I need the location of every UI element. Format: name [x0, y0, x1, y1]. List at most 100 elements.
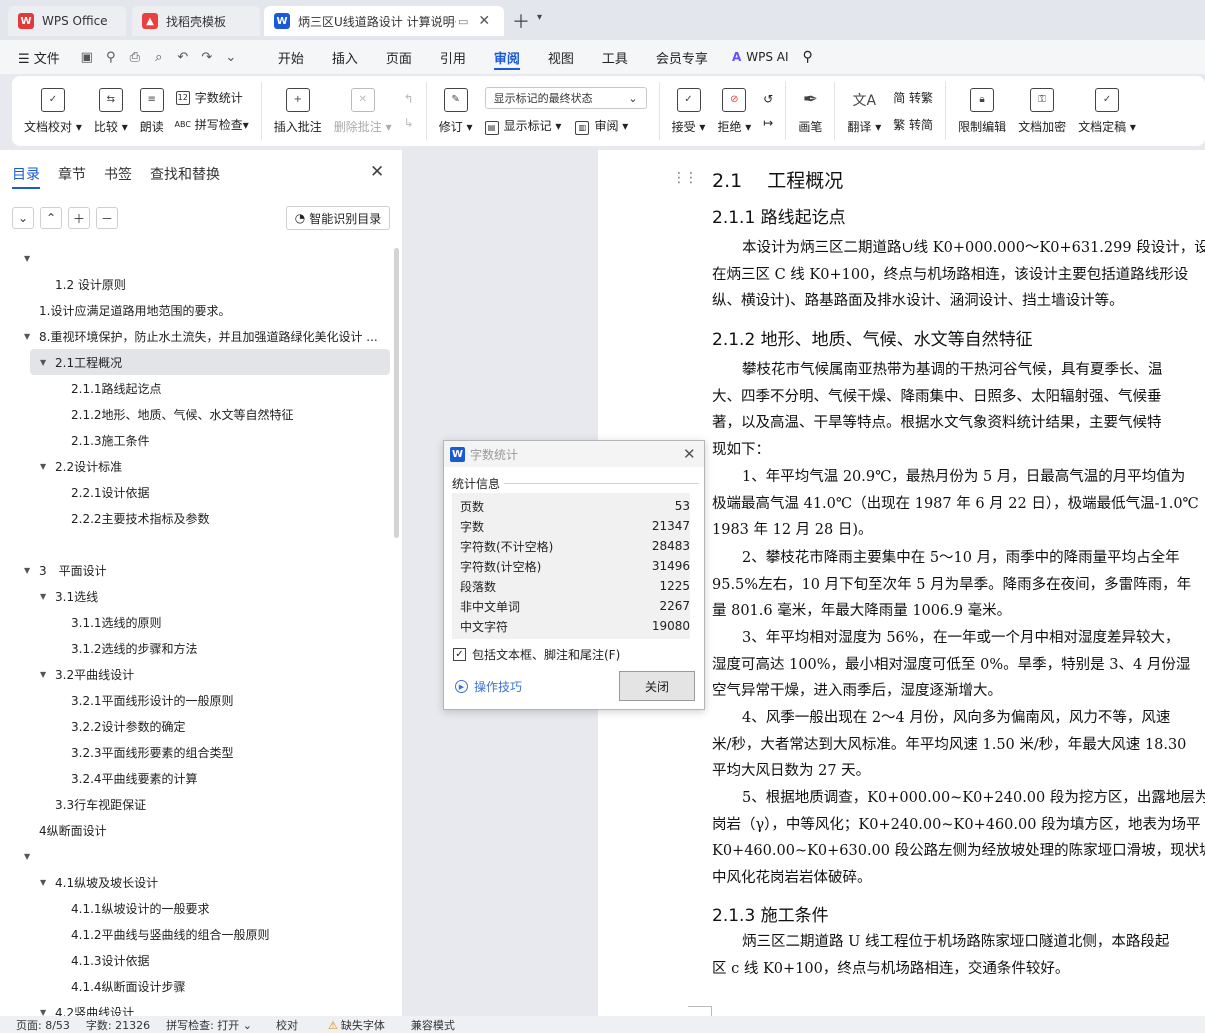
close-icon[interactable]: ✕ — [683, 445, 696, 463]
next-change-icon[interactable]: ↦ — [763, 116, 773, 130]
tips-link[interactable]: ▶ 操作技巧 — [455, 678, 522, 695]
to-simplified-button[interactable]: 繁 转简 — [893, 116, 933, 133]
word-count-button[interactable]: 12 字数统计 — [175, 89, 249, 106]
toc-item[interactable]: 1.2 设计原则 — [0, 271, 392, 297]
toc-item[interactable]: 2.1.2地形、地质、气候、水文等自然特征 — [0, 401, 392, 427]
tab-document[interactable]: W 炳三区U线道路设计 计算说明书 ▭ ✕ — [264, 6, 504, 36]
toc-item[interactable]: ▼ — [0, 245, 392, 271]
add-icon[interactable]: ＋ — [68, 207, 90, 229]
encrypt-button[interactable]: ⚿ 文档加密 — [1012, 82, 1072, 140]
toc-item[interactable]: 2.2.2主要技术指标及参数 — [0, 505, 392, 531]
spell-check-status[interactable]: 拼写检查: 打开 ⌄ — [166, 1017, 252, 1033]
minus-icon[interactable]: － — [96, 207, 118, 229]
scrollbar[interactable] — [394, 248, 399, 538]
toc-item[interactable]: ▼ 3 平面设计 — [0, 557, 392, 583]
caret-down-icon[interactable]: ▼ — [40, 358, 46, 367]
caret-down-icon[interactable]: ▼ — [40, 592, 46, 601]
tab-reference[interactable]: 引用 — [426, 40, 480, 74]
link-icon[interactable]: ⚲ — [100, 46, 122, 68]
caret-down-icon[interactable]: ▼ — [40, 462, 46, 471]
toc-item[interactable]: ▼ 2.1工程概况 — [30, 349, 390, 375]
caret-down-icon[interactable]: ▼ — [24, 332, 30, 341]
toc-item[interactable]: 3.1.1选线的原则 — [0, 609, 392, 635]
finalize-button[interactable]: ✓ 文档定稿 ▾ — [1072, 82, 1142, 140]
doc-check-button[interactable]: ✓ 文档校对 ▾ — [18, 82, 88, 140]
close-icon[interactable]: ✕ — [478, 13, 490, 29]
next-comment-icon[interactable]: ↳ — [404, 116, 414, 130]
toc-item[interactable]: 2.1.1路线起讫点 — [0, 375, 392, 401]
missing-font-status[interactable]: ⚠ 缺失字体 — [328, 1017, 385, 1033]
undo-icon[interactable]: ↶ — [172, 46, 194, 68]
toc-item[interactable]: ▼ 8.重视环境保护，防止水土流失，并且加强道路绿化美化设计 ... — [0, 323, 392, 349]
toc-item[interactable]: ▼ — [0, 843, 392, 869]
reject-button[interactable]: ⊘ 拒绝 ▾ — [711, 82, 757, 140]
toc-item[interactable]: 4.1.3设计依据 — [0, 947, 392, 973]
compare-button[interactable]: ⇆ 比较 ▾ — [88, 82, 134, 140]
tab-tools[interactable]: 工具 — [588, 40, 642, 74]
restrict-edit-button[interactable]: 🔒︎ 限制编辑 — [952, 82, 1012, 140]
toc-item[interactable]: ▼ 3.2平曲线设计 — [0, 661, 392, 687]
show-markup-button[interactable]: ▤ 显示标记 ▾ — [484, 117, 561, 135]
toc-item[interactable]: 3.2.3平面线形要素的组合类型 — [0, 739, 392, 765]
include-textbox-checkbox[interactable]: ✓ 包括文本框、脚注和尾注(F) — [453, 646, 620, 663]
toc-item[interactable]: ▼ 3.1选线 — [0, 583, 392, 609]
chevron-down-icon[interactable]: ▾ — [537, 12, 542, 23]
toc-item[interactable]: 2.2.1设计依据 — [0, 479, 392, 505]
caret-down-icon[interactable]: ▼ — [24, 254, 30, 263]
toc-item[interactable]: 3.3行车视距保证 — [0, 791, 392, 817]
proof-status[interactable]: 校对 — [276, 1017, 298, 1033]
close-button[interactable]: 关闭 — [619, 671, 695, 701]
caret-down-icon[interactable]: ▼ — [24, 852, 30, 861]
toc-item[interactable]: 4纵断面设计 — [0, 817, 392, 843]
toc-item[interactable]: 2.1.3施工条件 — [0, 427, 392, 453]
translate-button[interactable]: 文A 翻译 ▾ — [841, 82, 887, 140]
chevron-down-icon[interactable]: ⌄ — [220, 46, 242, 68]
toc-item[interactable] — [0, 531, 392, 557]
tab-find-replace[interactable]: 查找和替换 — [150, 164, 220, 184]
caret-down-icon[interactable]: ▼ — [40, 670, 46, 679]
tab-start[interactable]: 开始 — [264, 40, 318, 74]
page-indicator[interactable]: 页面: 8/53 — [16, 1017, 70, 1033]
read-aloud-button[interactable]: ≡ 朗读 — [134, 82, 170, 140]
smart-toc-button[interactable]: ◔ 智能识别目录 — [286, 206, 390, 230]
toc-item[interactable]: 3.2.4平曲线要素的计算 — [0, 765, 392, 791]
save-icon[interactable]: ▣ — [76, 46, 98, 68]
toc-item[interactable]: ▼ 2.2设计标准 — [0, 453, 392, 479]
to-traditional-button[interactable]: 简 转繁 — [893, 89, 933, 106]
tab-toc[interactable]: 目录 — [12, 164, 40, 189]
plus-icon[interactable]: ＋ — [512, 8, 530, 34]
revise-button[interactable]: ✎ 修订 ▾ — [433, 82, 479, 140]
tab-wps-office[interactable]: W WPS Office — [8, 6, 126, 36]
toc-item[interactable]: 3.2.2设计参数的确定 — [0, 713, 392, 739]
expand-icon[interactable]: ⌄ — [12, 207, 34, 229]
wps-ai-button[interactable]: A WPS AI ⚲ — [732, 49, 813, 65]
toc-item[interactable]: 1.设计应满足道路用地范围的要求。 — [0, 297, 392, 323]
pen-button[interactable]: ✒ 画笔 — [792, 82, 828, 140]
spell-check-button[interactable]: ABC 拼写检查 ▾ — [175, 116, 249, 133]
tab-insert[interactable]: 插入 — [318, 40, 372, 74]
toc-item[interactable]: 3.1.2选线的步骤和方法 — [0, 635, 392, 661]
prev-comment-icon[interactable]: ↰ — [404, 92, 414, 106]
print-icon[interactable]: ⎙ — [124, 46, 146, 68]
toc-item[interactable]: 4.1.2平曲线与竖曲线的组合一般原则 — [0, 921, 392, 947]
file-menu[interactable]: ☰ 文件 — [18, 48, 60, 67]
collapse-icon[interactable]: ⌃ — [40, 207, 62, 229]
delete-comment-button[interactable]: ✕ 删除批注 ▾ — [328, 82, 398, 140]
caret-down-icon[interactable]: ▼ — [40, 878, 46, 887]
caret-down-icon[interactable]: ▼ — [24, 566, 30, 575]
markup-state-select[interactable]: 显示标记的最终状态 ⌄ — [484, 87, 647, 110]
tab-template[interactable]: ▲ 找稻壳模板 — [132, 6, 260, 36]
tab-view[interactable]: 视图 — [534, 40, 588, 74]
insert-comment-button[interactable]: + 插入批注 — [268, 82, 328, 140]
tab-bookmark[interactable]: 书签 — [104, 164, 132, 184]
review-pane-button[interactable]: ▥ 审阅 ▾ — [575, 117, 628, 135]
tab-page[interactable]: 页面 — [372, 40, 426, 74]
search-icon[interactable]: ⚲ — [803, 49, 813, 65]
accept-button[interactable]: ✓ 接受 ▾ — [666, 82, 712, 140]
drag-handle-icon[interactable]: ⋮⋮ — [672, 170, 698, 186]
toc-item[interactable]: ▼ 4.1纵坡及坡长设计 — [0, 869, 392, 895]
toc-item[interactable]: 3.2.1平面线形设计的一般原则 — [0, 687, 392, 713]
prev-change-icon[interactable]: ↺ — [763, 92, 773, 106]
tab-review[interactable]: 审阅 — [480, 40, 534, 74]
word-count-status[interactable]: 字数: 21326 — [86, 1017, 150, 1033]
